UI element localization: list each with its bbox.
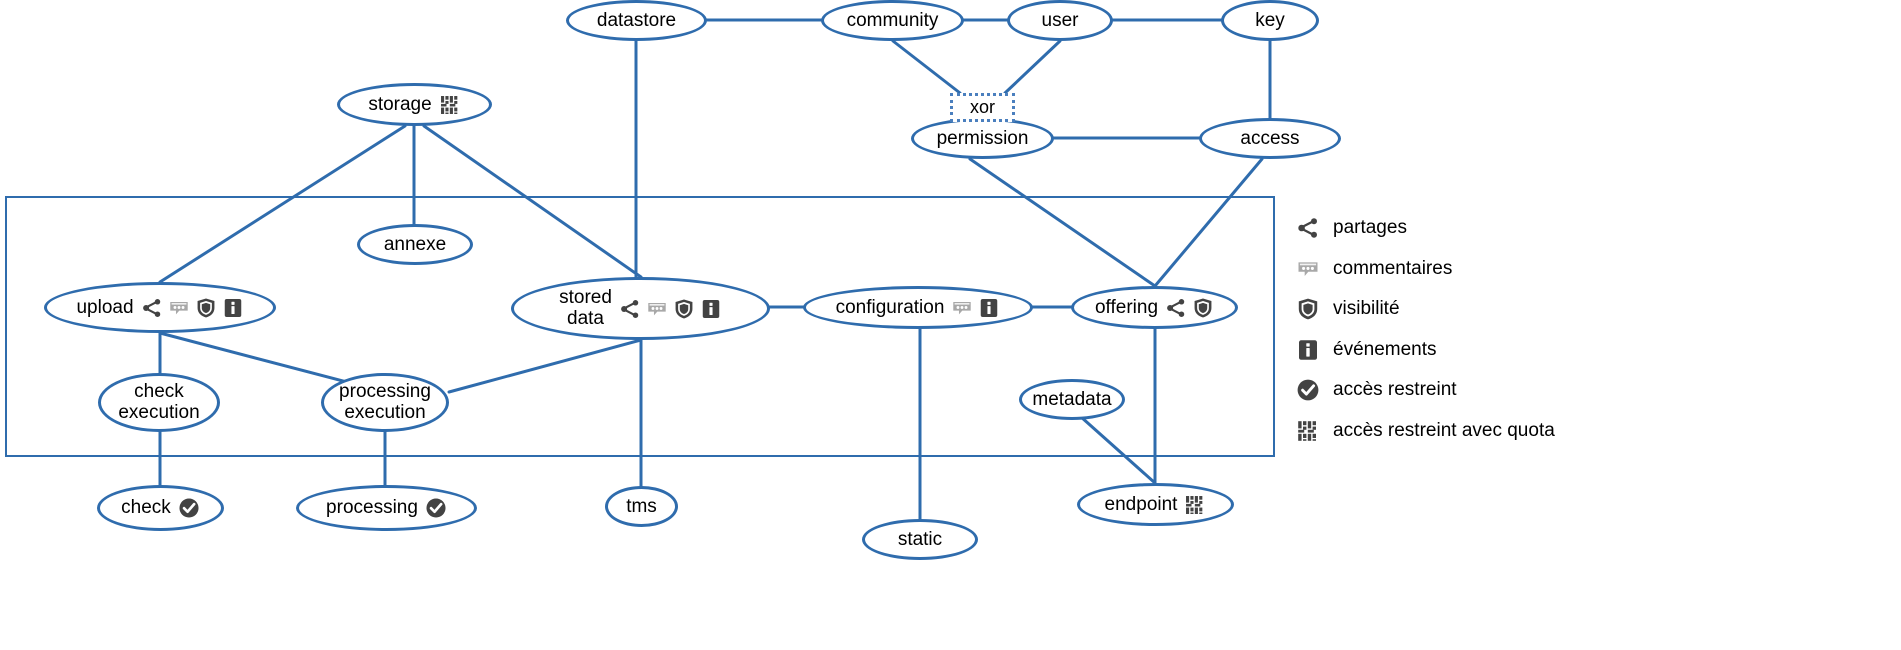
legend-item-info: événements bbox=[1295, 330, 1555, 371]
node-label: access bbox=[1240, 127, 1300, 149]
share-icon bbox=[621, 299, 639, 318]
legend-icon-wrap bbox=[1295, 257, 1321, 281]
shield-icon bbox=[197, 297, 214, 318]
node-permission[interactable]: permission bbox=[911, 118, 1054, 159]
restricted-icon bbox=[1297, 379, 1319, 401]
node-stored-data[interactable]: stored data bbox=[511, 277, 770, 340]
node-upload[interactable]: upload bbox=[44, 282, 276, 333]
node-icons bbox=[951, 297, 1000, 319]
node-icons bbox=[619, 298, 722, 320]
node-label: user bbox=[1041, 9, 1079, 31]
node-metadata[interactable]: metadata bbox=[1019, 379, 1125, 420]
info-icon bbox=[224, 298, 241, 317]
node-access[interactable]: access bbox=[1199, 118, 1341, 159]
legend: partages commentaires visibilité événements… bbox=[1295, 208, 1555, 451]
share-icon bbox=[142, 298, 160, 317]
quota-icon bbox=[1186, 495, 1203, 514]
node-processing-execution[interactable]: processing execution bbox=[321, 373, 449, 432]
legend-icon-wrap bbox=[1295, 297, 1321, 321]
info-icon bbox=[1299, 339, 1317, 360]
legend-icon-wrap bbox=[1295, 419, 1321, 443]
node-static[interactable]: static bbox=[862, 519, 978, 560]
node-label: key bbox=[1255, 9, 1285, 31]
node-icons bbox=[178, 497, 200, 519]
node-label: community bbox=[846, 9, 939, 31]
shield-icon bbox=[675, 298, 693, 319]
comment-icon bbox=[169, 301, 188, 314]
node-label: permission bbox=[936, 127, 1029, 149]
comment-icon bbox=[1298, 262, 1318, 276]
share-icon bbox=[1167, 298, 1185, 317]
node-key[interactable]: key bbox=[1221, 0, 1319, 41]
edge-community-to-xor bbox=[891, 39, 962, 95]
node-label: processing execution bbox=[339, 380, 431, 423]
shield-icon bbox=[1194, 297, 1212, 318]
node-check-execution[interactable]: check execution bbox=[98, 373, 220, 432]
node-label: endpoint bbox=[1104, 493, 1178, 515]
node-configuration[interactable]: configuration bbox=[803, 286, 1033, 329]
node-label: tms bbox=[626, 495, 657, 517]
node-offering[interactable]: offering bbox=[1071, 286, 1238, 329]
restricted-icon bbox=[179, 498, 199, 518]
xor-gate-label: xor bbox=[969, 97, 995, 117]
node-icons bbox=[439, 94, 461, 116]
diagram-canvas: datastore community user key storage permissi… bbox=[0, 0, 1901, 650]
node-icons bbox=[425, 497, 447, 519]
shield-icon bbox=[1298, 298, 1318, 320]
legend-label: visibilité bbox=[1333, 298, 1400, 320]
node-label: check execution bbox=[118, 380, 200, 423]
node-label: configuration bbox=[835, 296, 945, 318]
restricted-icon bbox=[426, 498, 446, 518]
share-icon bbox=[1298, 218, 1317, 239]
xor-gate[interactable]: xor bbox=[950, 93, 1015, 122]
legend-icon-wrap bbox=[1295, 338, 1321, 362]
legend-item-restricted: accès restreint bbox=[1295, 370, 1555, 411]
quota-icon bbox=[440, 95, 458, 114]
node-label: annexe bbox=[383, 233, 447, 255]
node-label: metadata bbox=[1032, 388, 1112, 410]
legend-label: commentaires bbox=[1333, 257, 1453, 279]
node-label: datastore bbox=[596, 9, 677, 31]
node-community[interactable]: community bbox=[821, 0, 964, 41]
node-label: check bbox=[121, 497, 171, 519]
legend-label: accès restreint avec quota bbox=[1333, 419, 1555, 441]
node-storage[interactable]: storage bbox=[337, 83, 492, 126]
legend-icon-wrap bbox=[1295, 216, 1321, 240]
info-icon bbox=[981, 298, 998, 317]
node-annexe[interactable]: annexe bbox=[357, 224, 473, 265]
node-label: upload bbox=[76, 296, 134, 318]
node-label: static bbox=[897, 528, 943, 550]
node-datastore[interactable]: datastore bbox=[566, 0, 707, 41]
node-user[interactable]: user bbox=[1007, 0, 1113, 41]
node-endpoint[interactable]: endpoint bbox=[1077, 483, 1234, 526]
legend-label: événements bbox=[1333, 338, 1437, 360]
node-label: offering bbox=[1094, 296, 1159, 318]
comment-icon bbox=[648, 302, 666, 315]
legend-label: accès restreint bbox=[1333, 379, 1457, 401]
node-processing[interactable]: processing bbox=[296, 485, 477, 531]
node-icons bbox=[1184, 494, 1206, 516]
edge-user-to-xor bbox=[1003, 39, 1062, 95]
legend-item-shield: visibilité bbox=[1295, 289, 1555, 330]
node-label: processing bbox=[326, 497, 418, 519]
node-icons bbox=[141, 297, 244, 319]
comment-icon bbox=[953, 301, 972, 314]
node-check[interactable]: check bbox=[97, 485, 224, 531]
legend-item-quota: accès restreint avec quota bbox=[1295, 411, 1555, 452]
info-icon bbox=[702, 299, 720, 318]
legend-item-share: partages bbox=[1295, 208, 1555, 249]
legend-item-comment: commentaires bbox=[1295, 249, 1555, 290]
node-tms[interactable]: tms bbox=[605, 486, 678, 527]
node-label: storage bbox=[368, 93, 432, 115]
quota-icon bbox=[1298, 420, 1316, 441]
legend-label: partages bbox=[1333, 217, 1407, 239]
legend-icon-wrap bbox=[1295, 378, 1321, 402]
node-label: stored data bbox=[559, 286, 612, 329]
node-icons bbox=[1165, 297, 1214, 319]
